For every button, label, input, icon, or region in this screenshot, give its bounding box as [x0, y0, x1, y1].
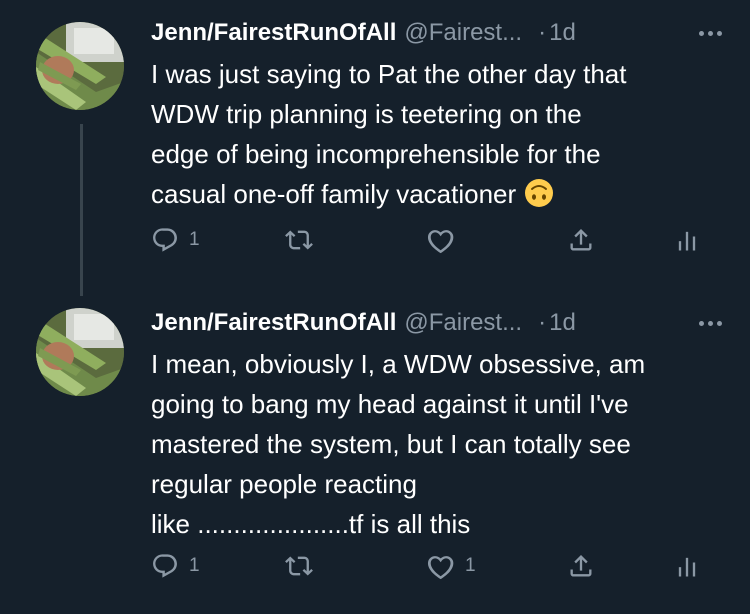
share-icon: [570, 555, 592, 577]
separator-dot: ·: [538, 309, 547, 336]
tweet-header: Jenn/FairestRunOfAll @Fairest... · 1d: [151, 306, 726, 340]
separator-dot: ·: [538, 19, 547, 46]
reply-icon: [153, 228, 177, 252]
more-icon[interactable]: [699, 16, 722, 50]
reply-count: 1: [189, 555, 200, 576]
tweet-text-line: casual one-off family vacationer: [151, 179, 517, 209]
user-handle[interactable]: @Fairest...: [404, 309, 522, 337]
retweet-button[interactable]: [285, 548, 323, 584]
tweet-actions: 1 1: [151, 548, 711, 584]
analytics-icon: [678, 557, 696, 577]
tweet-text-line: WDW trip planning is teetering on the: [151, 99, 582, 129]
like-count: 1: [465, 555, 476, 576]
tweet-text-line: I mean, obviously I, a WDW obsessive, am: [151, 349, 646, 379]
thread-connector-line: [80, 124, 83, 296]
upside-down-face-emoji-icon: [524, 178, 554, 208]
tweet-text-line: I was just saying to Pat the other day t…: [151, 59, 627, 89]
tweet-text: I was just saying to Pat the other day t…: [151, 54, 736, 214]
share-button[interactable]: [567, 222, 595, 258]
reply-count: 1: [189, 229, 200, 250]
reply-button[interactable]: 1: [151, 548, 200, 584]
tweet-text-line: like .....................tf is all this: [151, 509, 471, 539]
user-handle[interactable]: @Fairest...: [404, 19, 522, 47]
reply-button[interactable]: 1: [151, 222, 200, 258]
share-icon: [570, 229, 592, 251]
analytics-icon: [678, 231, 696, 251]
tweet-text-line-with-emoji: casual one-off family vacationer: [151, 174, 736, 214]
tweet-text-line: going to bang my head against it until I…: [151, 389, 629, 419]
reply-icon: [153, 554, 177, 578]
like-button[interactable]: [427, 222, 465, 258]
tweet-text-line: mastered the system, but I can totally s…: [151, 429, 631, 459]
tweet[interactable]: Jenn/FairestRunOfAll @Fairest... · 1d I …: [0, 290, 750, 614]
display-name[interactable]: Jenn/FairestRunOfAll: [151, 19, 396, 47]
retweet-icon: [285, 230, 313, 250]
tweet[interactable]: Jenn/FairestRunOfAll @Fairest... · 1d I …: [0, 0, 750, 296]
analytics-button[interactable]: [673, 548, 701, 584]
more-icon[interactable]: [699, 306, 722, 340]
tweet-text: I mean, obviously I, a WDW obsessive, am…: [151, 344, 736, 544]
avatar[interactable]: [36, 308, 124, 396]
thread: Jenn/FairestRunOfAll @Fairest... · 1d I …: [0, 0, 750, 614]
tweet-text-line: edge of being incomprehensible for the: [151, 139, 601, 169]
like-icon: [427, 230, 454, 254]
timestamp[interactable]: 1d: [549, 19, 576, 47]
avatar[interactable]: [36, 22, 124, 110]
display-name[interactable]: Jenn/FairestRunOfAll: [151, 309, 396, 337]
tweet-text-line: regular people reacting: [151, 469, 417, 499]
retweet-button[interactable]: [285, 222, 323, 258]
tweet-header: Jenn/FairestRunOfAll @Fairest... · 1d: [151, 16, 726, 50]
analytics-button[interactable]: [673, 222, 701, 258]
share-button[interactable]: [567, 548, 595, 584]
like-icon: [427, 556, 454, 580]
timestamp[interactable]: 1d: [549, 309, 576, 337]
retweet-icon: [285, 556, 313, 576]
tweet-actions: 1: [151, 222, 711, 258]
like-button[interactable]: 1: [427, 548, 476, 584]
